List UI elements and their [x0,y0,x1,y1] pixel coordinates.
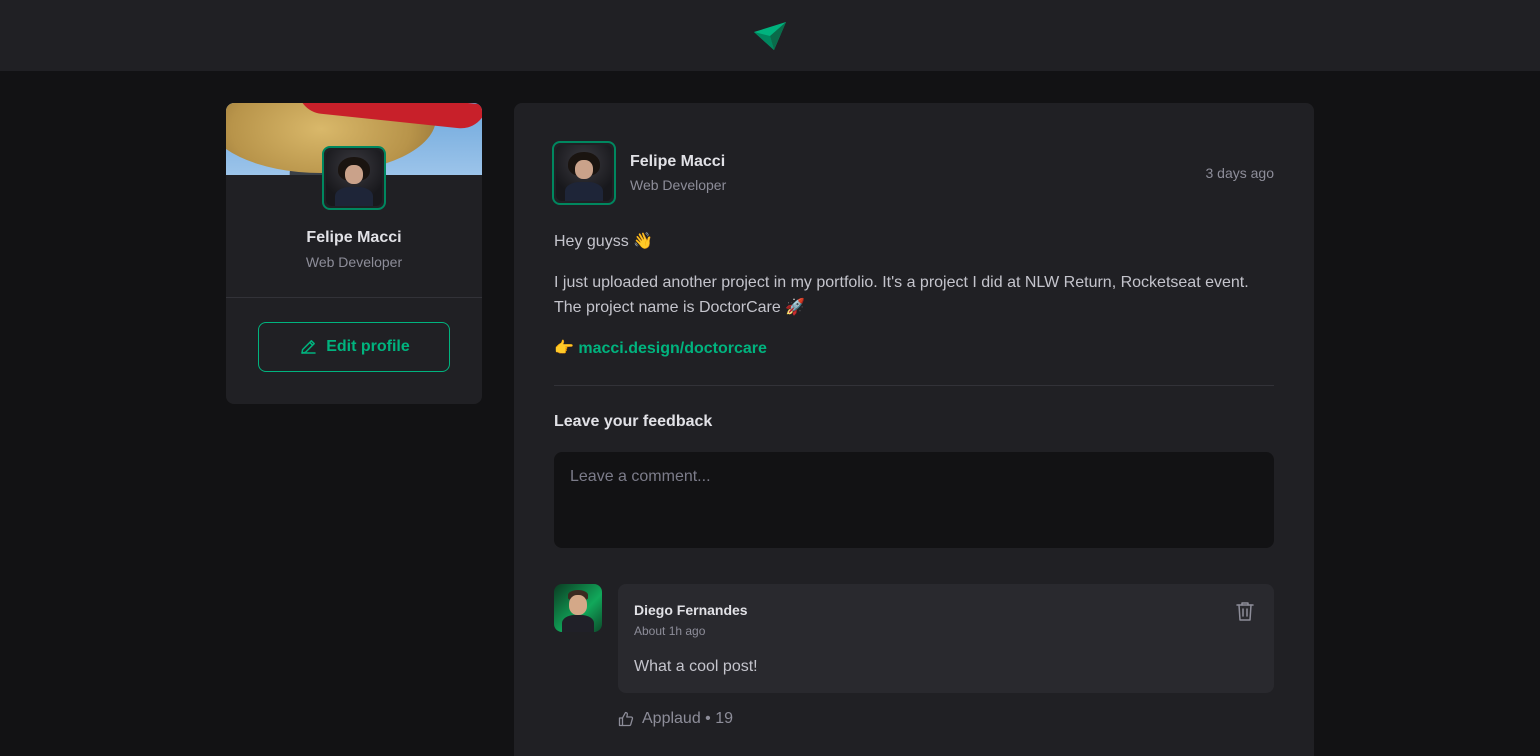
pencil-icon [301,340,316,354]
post-author-role: Web Developer [630,177,727,193]
applaud-button[interactable]: Applaud • 19 [618,710,733,728]
post-body: I just uploaded another project in my po… [554,274,1249,316]
pointing-hand-icon: 👉 [554,340,574,357]
trash-icon[interactable] [1234,600,1256,622]
profile-avatar[interactable] [322,146,386,210]
post-content: Hey guyss 👋 I just uploaded another proj… [554,229,1274,377]
edit-profile-label: Edit profile [326,338,410,355]
post-author-avatar[interactable] [552,141,616,205]
comment-input[interactable] [554,452,1274,548]
post-divider [554,385,1274,386]
profile-role: Web Developer [305,254,403,270]
profile-sidebar: Felipe Macci Web Developer Edit profile [226,103,482,404]
edit-profile-button[interactable]: Edit profile [258,322,450,372]
feedback-title: Leave your feedback [554,413,713,430]
sidebar-divider [226,297,482,298]
post-timestamp: 3 days ago [1205,165,1275,181]
comment-avatar[interactable] [554,584,602,632]
profile-name: Felipe Macci [306,229,402,246]
comment-timestamp: About 1h ago [634,624,706,638]
post-greeting: Hey guyss 👋 [554,233,654,250]
post-author-name: Felipe Macci [630,153,726,170]
applaud-label: Applaud • 19 [642,710,734,727]
paper-plane-logo-icon[interactable] [752,20,788,52]
comment-text: What a cool post! [634,658,758,675]
post-link-line: 👉 macci.design/doctorcare [554,336,1274,361]
main-wrapper: Felipe Macci Web Developer Edit profile … [0,71,1540,756]
top-header [0,0,1540,71]
comment-box: Diego Fernandes About 1h ago What a cool… [618,584,1274,693]
post-link[interactable]: macci.design/doctorcare [578,340,767,357]
comment-author: Diego Fernandes [634,602,748,618]
thumbs-up-icon [618,711,634,727]
post-card: Felipe Macci Web Developer 3 days ago He… [514,103,1314,756]
